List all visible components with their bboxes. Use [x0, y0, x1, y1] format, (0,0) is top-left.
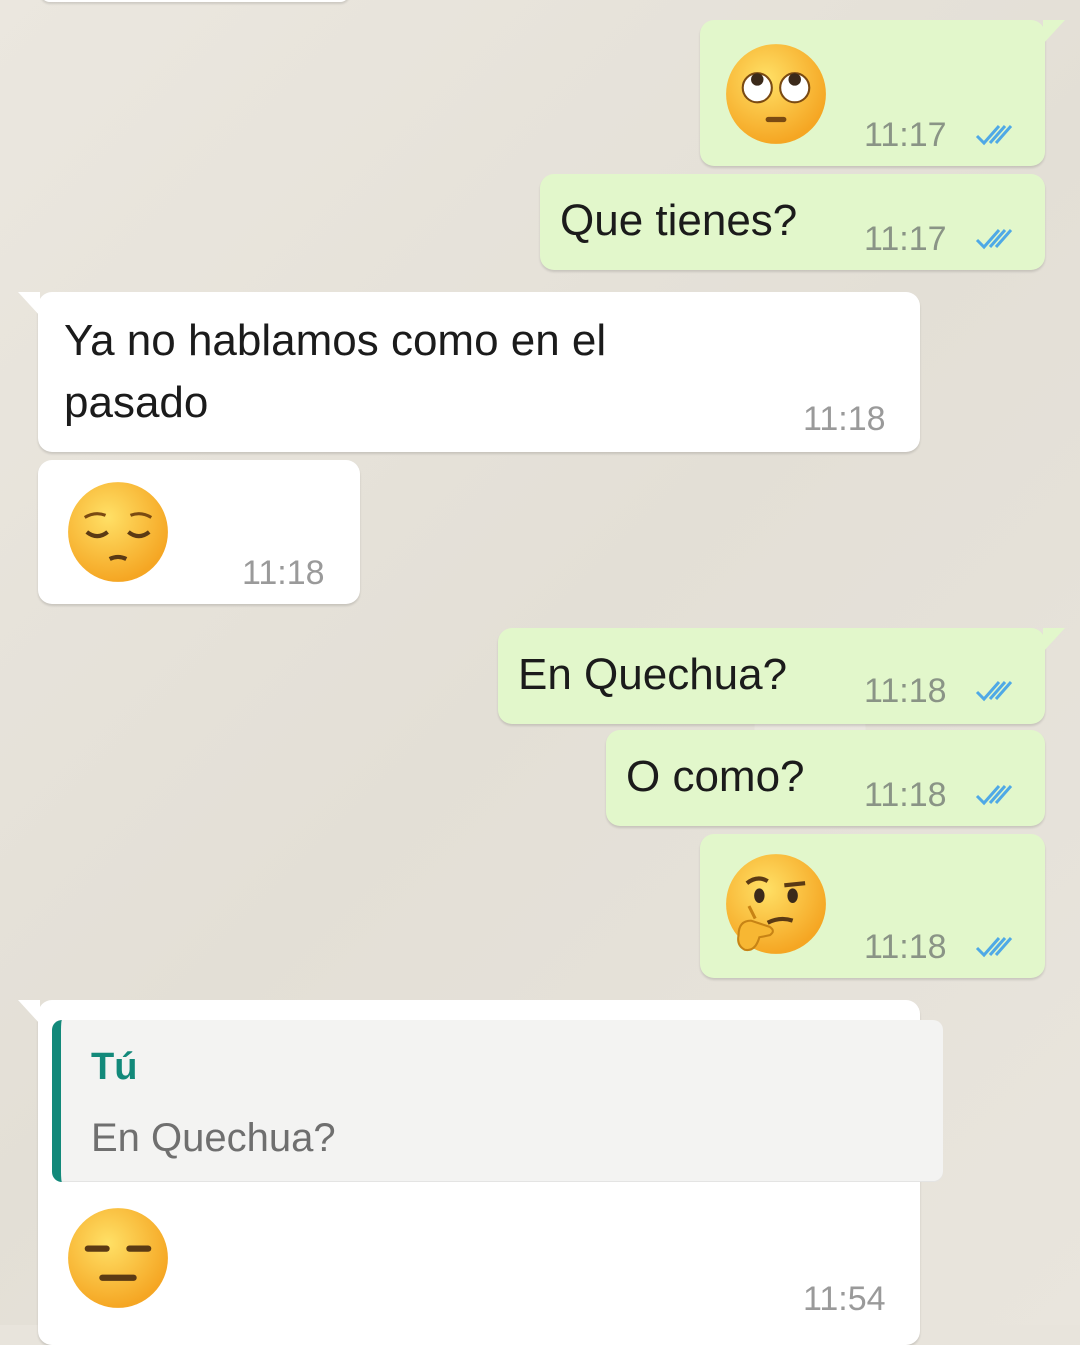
message-text: Ya no hablamos como en el pasado: [64, 316, 607, 427]
message-time: 11:17: [864, 220, 947, 258]
pensive-face-icon: [68, 482, 168, 582]
message-bubble-incoming[interactable]: Tú En Quechua? 11:54: [18, 1000, 943, 1345]
message-time: 11:18: [864, 672, 947, 710]
message-time: 11:18: [803, 400, 886, 438]
read-receipt-icon: [975, 937, 1013, 958]
message-time: 11:54: [803, 1280, 886, 1318]
message-bubble-outgoing[interactable]: Que tienes? 11:17: [540, 174, 1045, 270]
message-time: 11:17: [864, 116, 947, 154]
previous-message-bubble-edge: [40, 0, 350, 2]
quoted-reply[interactable]: Tú En Quechua?: [52, 1020, 943, 1182]
message-text: En Quechua?: [518, 650, 788, 699]
quoted-reply-author: Tú: [91, 1046, 138, 1088]
face-with-rolling-eyes-icon: [726, 44, 826, 144]
message-text: Que tienes?: [560, 196, 798, 245]
read-receipt-icon: [975, 785, 1013, 806]
message-bubble-outgoing[interactable]: O como? 11:18: [606, 730, 1045, 826]
message-time: 11:18: [864, 928, 947, 966]
thinking-face-icon: [726, 854, 826, 954]
read-receipt-icon: [975, 229, 1013, 250]
expressionless-face-icon: [68, 1208, 168, 1308]
message-bubble-incoming[interactable]: Ya no hablamos como en el pasado 11:18: [18, 292, 920, 452]
message-bubble-outgoing[interactable]: 11:17: [700, 20, 1065, 166]
message-bubble-outgoing[interactable]: 11:18: [700, 834, 1045, 978]
message-bubble-incoming[interactable]: 11:18: [38, 460, 360, 604]
quoted-reply-text: En Quechua?: [91, 1116, 336, 1160]
read-receipt-icon: [975, 125, 1013, 146]
message-bubble-outgoing[interactable]: En Quechua? 11:18: [498, 628, 1065, 724]
message-text: O como?: [626, 752, 805, 801]
message-time: 11:18: [242, 554, 325, 592]
message-time: 11:18: [864, 776, 947, 814]
read-receipt-icon: [975, 681, 1013, 702]
